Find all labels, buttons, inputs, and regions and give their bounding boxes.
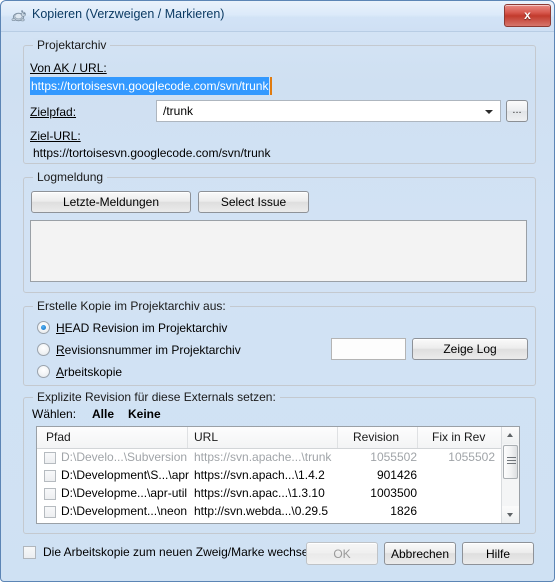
target-url-label: Ziel-URL: bbox=[30, 129, 81, 143]
row-path: D:\Developme...\apr-util bbox=[61, 486, 188, 500]
column-divider bbox=[187, 427, 188, 448]
scroll-down-button[interactable] bbox=[502, 506, 519, 523]
chevron-down-icon[interactable] bbox=[485, 110, 493, 114]
copy-source-group-legend: Erstelle Kopie im Projektarchiv aus: bbox=[33, 299, 230, 313]
row-fix-in-rev: 1055502 bbox=[448, 450, 495, 464]
externals-table: Pfad URL Revision Fix in Rev D:\Develo..… bbox=[36, 426, 520, 524]
select-issue-button[interactable]: Select Issue bbox=[198, 191, 309, 213]
row-checkbox[interactable] bbox=[44, 506, 56, 518]
browse-button[interactable]: ... bbox=[506, 100, 528, 122]
row-url: http://svn.webda...\0.29.5 bbox=[194, 504, 329, 518]
select-none-link[interactable]: Keine bbox=[128, 407, 161, 421]
copy-branch-tag-dialog: Kopieren (Verzweigen / Markieren) x Proj… bbox=[0, 0, 555, 582]
table-row[interactable]: D:\Development\S...\apr https://svn.apac… bbox=[37, 467, 519, 485]
table-row[interactable]: D:\Developme...\apr-util https://svn.apa… bbox=[37, 485, 519, 503]
cancel-button[interactable]: Abbrechen bbox=[384, 542, 456, 565]
logmessage-group-legend: Logmeldung bbox=[33, 170, 108, 184]
help-button[interactable]: Hilfe bbox=[462, 542, 534, 565]
switch-working-copy-checkbox[interactable] bbox=[23, 546, 36, 559]
target-url-value: https://tortoisesvn.googlecode.com/svn/t… bbox=[33, 146, 271, 160]
recent-messages-button[interactable]: Letzte-Meldungen bbox=[31, 191, 191, 213]
choose-label: Wählen: bbox=[32, 407, 77, 421]
row-revision: 1826 bbox=[390, 504, 417, 518]
switch-working-copy-label: Die Arbeitskopie zum neuen Zweig/Marke w… bbox=[43, 545, 318, 559]
log-message-textarea[interactable] bbox=[30, 220, 527, 282]
triangle-up-icon bbox=[507, 433, 513, 437]
column-header-fix-in-rev[interactable]: Fix in Rev bbox=[432, 430, 485, 444]
row-path: D:\Develo...\Subversion bbox=[61, 450, 188, 464]
table-header-row: Pfad URL Revision Fix in Rev bbox=[37, 427, 519, 449]
row-path: D:\Development...\neon bbox=[61, 504, 188, 518]
externals-group-legend: Explizite Revision für diese Externals s… bbox=[33, 390, 280, 404]
close-icon: x bbox=[524, 8, 531, 22]
target-path-label: Zielpfad: bbox=[30, 105, 77, 119]
text-caret bbox=[270, 77, 272, 95]
select-all-link[interactable]: Alle bbox=[92, 407, 114, 421]
radio-revision-number-label: Revisionsnummer im Projektarchiv bbox=[56, 343, 241, 357]
grip-icon bbox=[507, 457, 516, 466]
radio-working-copy[interactable] bbox=[37, 365, 50, 378]
radio-working-copy-label: Arbeitskopie bbox=[56, 365, 123, 379]
scrollbar-thumb[interactable] bbox=[503, 445, 518, 479]
row-url: https://svn.apache...\trunk bbox=[194, 450, 332, 464]
revision-number-input[interactable] bbox=[331, 338, 406, 360]
column-header-path[interactable]: Pfad bbox=[46, 430, 71, 444]
row-revision: 1003500 bbox=[370, 486, 417, 500]
table-row[interactable]: D:\Develo...\Subversion https://svn.apac… bbox=[37, 449, 519, 467]
from-url-input[interactable]: https://tortoisesvn.googlecode.com/svn/t… bbox=[30, 77, 526, 95]
from-url-label: Von AK / URL: bbox=[30, 61, 107, 75]
row-url: https://svn.apach...\1.4.2 bbox=[194, 468, 325, 482]
table-vertical-scrollbar[interactable] bbox=[501, 427, 519, 523]
radio-head-revision[interactable] bbox=[37, 321, 50, 334]
column-divider bbox=[337, 427, 338, 448]
window-title: Kopieren (Verzweigen / Markieren) bbox=[32, 7, 225, 21]
row-checkbox[interactable] bbox=[44, 470, 56, 482]
repository-group-legend: Projektarchiv bbox=[33, 38, 111, 52]
row-url: https://svn.apac...\1.3.10 bbox=[194, 486, 325, 500]
row-revision: 901426 bbox=[376, 468, 417, 482]
row-path: D:\Development\S...\apr bbox=[61, 468, 190, 482]
from-url-value: https://tortoisesvn.googlecode.com/svn/t… bbox=[30, 77, 270, 95]
column-header-url[interactable]: URL bbox=[194, 430, 218, 444]
column-divider bbox=[417, 427, 418, 448]
target-path-combobox[interactable]: /trunk bbox=[156, 100, 501, 122]
scroll-up-button[interactable] bbox=[502, 427, 519, 444]
triangle-down-icon bbox=[507, 513, 513, 517]
target-path-value: /trunk bbox=[163, 104, 194, 118]
ok-button[interactable]: OK bbox=[306, 542, 378, 565]
table-row[interactable]: D:\Development...\neon http://svn.webda.… bbox=[37, 503, 519, 521]
row-checkbox[interactable] bbox=[44, 452, 56, 464]
tortoise-icon bbox=[10, 8, 27, 25]
column-header-revision[interactable]: Revision bbox=[353, 430, 399, 444]
close-button[interactable]: x bbox=[504, 4, 551, 27]
show-log-button[interactable]: Zeige Log bbox=[412, 338, 528, 360]
radio-head-revision-label: HEAD Revision im Projektarchiv bbox=[56, 321, 228, 335]
row-checkbox[interactable] bbox=[44, 488, 56, 500]
ellipsis-icon: ... bbox=[512, 104, 522, 116]
title-bar: Kopieren (Verzweigen / Markieren) x bbox=[1, 1, 554, 32]
radio-revision-number[interactable] bbox=[37, 343, 50, 356]
